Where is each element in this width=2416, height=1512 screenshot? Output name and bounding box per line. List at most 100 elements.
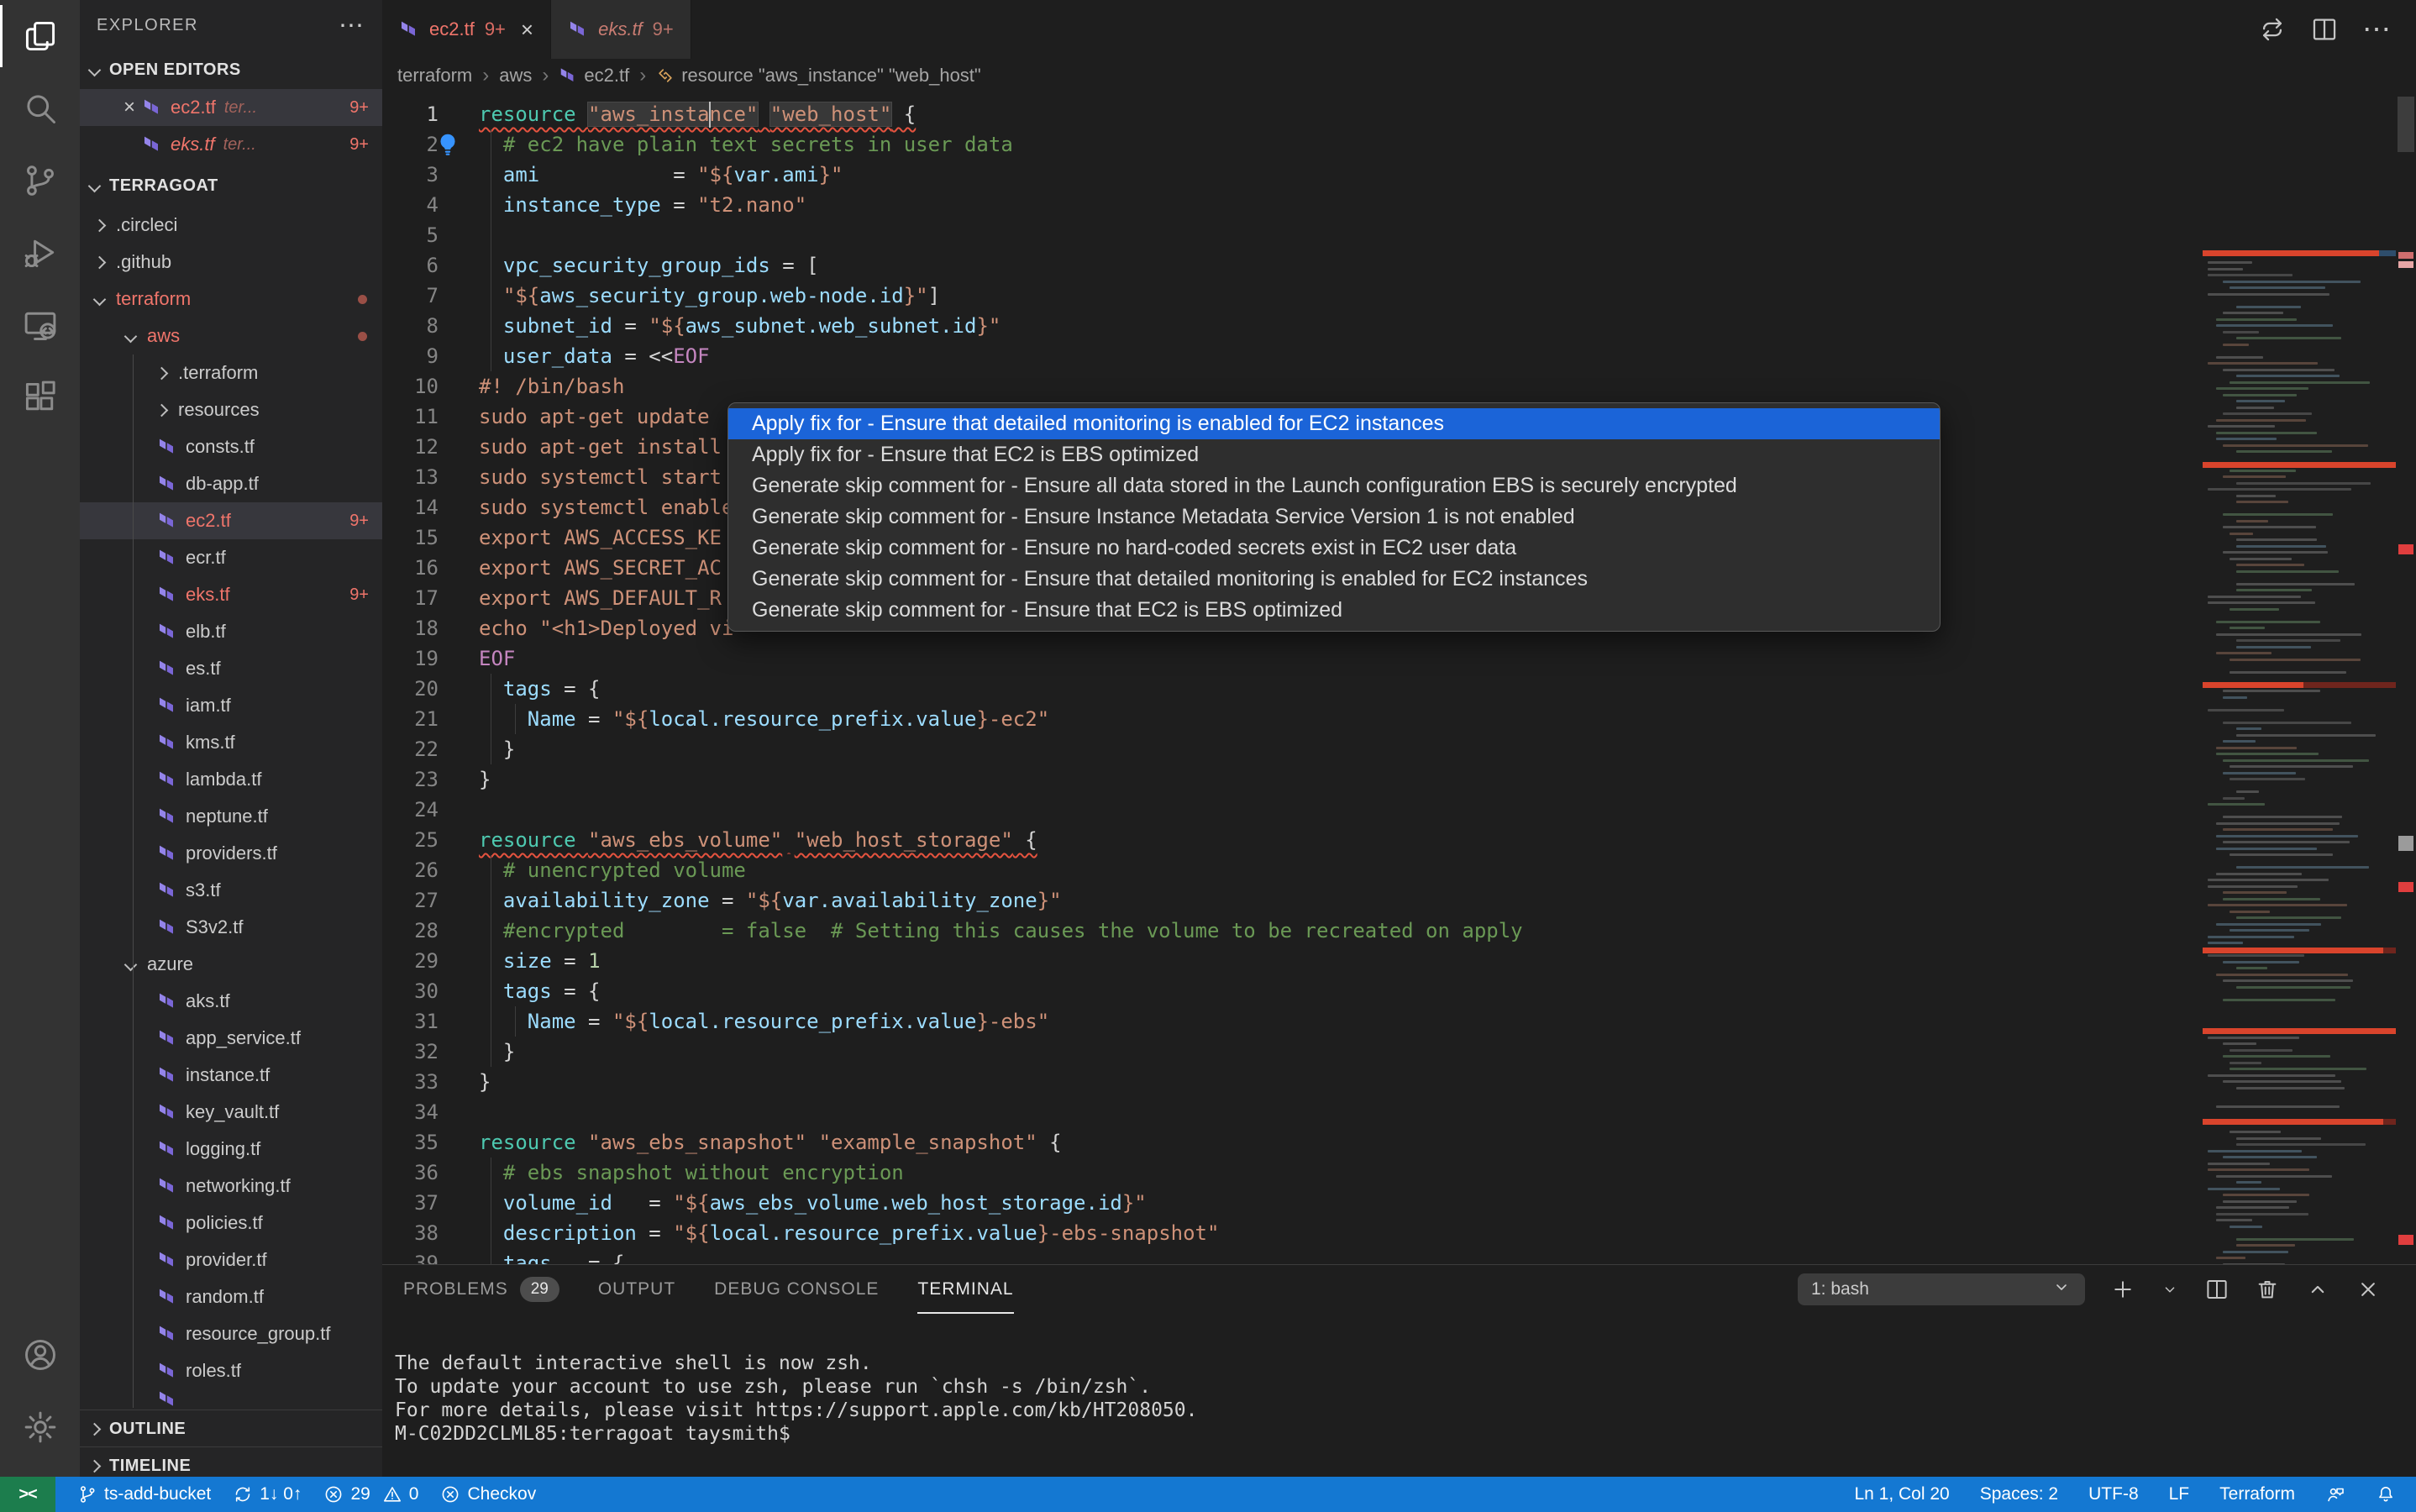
terminal-output[interactable]: The default interactive shell is now zsh…	[395, 1352, 1197, 1446]
code-line-30[interactable]: 30 tags = {	[382, 976, 2203, 1006]
code-line-4[interactable]: 4 instance_type = "t2.nano"	[382, 190, 2203, 220]
code-line-8[interactable]: 8 subnet_id = "${aws_subnet.web_subnet.i…	[382, 311, 2203, 341]
tree-item-consts.tf[interactable]: consts.tf	[80, 428, 382, 465]
tree-item-s3.tf[interactable]: s3.tf	[80, 872, 382, 909]
activity-source-control[interactable]	[0, 144, 80, 217]
code-line-27[interactable]: 27 availability_zone = "${var.availabili…	[382, 885, 2203, 916]
tree-item-terraform[interactable]: terraform	[80, 281, 382, 318]
tree-item-policies.tf[interactable]: policies.tf	[80, 1205, 382, 1242]
tree-item-providers.tf[interactable]: providers.tf	[80, 835, 382, 872]
tree-item-iam.tf[interactable]: iam.tf	[80, 687, 382, 724]
code-line-23[interactable]: 23}	[382, 764, 2203, 795]
status-checkov[interactable]: Checkov	[440, 1484, 536, 1504]
code-line-19[interactable]: 19EOF	[382, 643, 2203, 674]
menu-item-4[interactable]: Generate skip comment for - Ensure no ha…	[728, 533, 1940, 564]
panel-tab-problems[interactable]: PROBLEMS29	[403, 1267, 559, 1314]
open-editor-eks.tf[interactable]: eks.tfter...9+	[80, 126, 382, 163]
code-line-26[interactable]: 26 # unencrypted volume	[382, 855, 2203, 885]
activity-accounts[interactable]	[0, 1319, 80, 1391]
scrollbar-slider[interactable]	[2398, 97, 2414, 152]
timeline-section[interactable]: TIMELINE	[80, 1446, 382, 1477]
tree-item-.circleci[interactable]: .circleci	[80, 207, 382, 244]
tree-item-provider.tf[interactable]: provider.tf	[80, 1242, 382, 1278]
code-line-34[interactable]: 34	[382, 1097, 2203, 1127]
tab-ec2.tf[interactable]: ec2.tf9+×	[382, 0, 551, 59]
code-line-33[interactable]: 33}	[382, 1067, 2203, 1097]
menu-item-1[interactable]: Apply fix for - Ensure that EC2 is EBS o…	[728, 439, 1940, 470]
tree-item-db-app.tf[interactable]: db-app.tf	[80, 465, 382, 502]
activity-settings[interactable]	[0, 1391, 80, 1463]
open-editor-ec2.tf[interactable]: ×ec2.tfter...9+	[80, 89, 382, 126]
tree-item-logging.tf[interactable]: logging.tf	[80, 1131, 382, 1168]
panel-tab-debug-console[interactable]: DEBUG CONSOLE	[714, 1267, 879, 1314]
minimap[interactable]	[2203, 92, 2396, 1264]
code-line-5[interactable]: 5	[382, 220, 2203, 250]
tree-item-resources[interactable]: resources	[80, 391, 382, 428]
tree-item-partial[interactable]	[80, 1389, 382, 1410]
tree-item-.github[interactable]: .github	[80, 244, 382, 281]
more-actions-icon[interactable]: ⋯	[339, 11, 365, 40]
tree-item-.terraform[interactable]: .terraform	[80, 354, 382, 391]
code-line-35[interactable]: 35resource "aws_ebs_snapshot" "example_s…	[382, 1127, 2203, 1158]
close-icon[interactable]: ×	[521, 17, 533, 43]
code-line-20[interactable]: 20 tags = {	[382, 674, 2203, 704]
tree-item-elb.tf[interactable]: elb.tf	[80, 613, 382, 650]
code-line-1[interactable]: 1resource "aws_instance" "web_host" {	[382, 99, 2203, 129]
tree-item-eks.tf[interactable]: eks.tf9+	[80, 576, 382, 613]
split-terminal-button[interactable]	[2204, 1277, 2230, 1302]
tree-item-roles.tf[interactable]: roles.tf	[80, 1352, 382, 1389]
code-editor[interactable]: 1resource "aws_instance" "web_host" {2 #…	[382, 92, 2203, 1264]
tree-item-aks.tf[interactable]: aks.tf	[80, 983, 382, 1020]
new-terminal-button[interactable]	[2110, 1277, 2135, 1302]
status-spaces-2[interactable]: Spaces: 2	[1980, 1484, 2058, 1504]
maximize-panel-button[interactable]	[2305, 1277, 2330, 1302]
menu-item-3[interactable]: Generate skip comment for - Ensure Insta…	[728, 501, 1940, 533]
tree-item-random.tf[interactable]: random.tf	[80, 1278, 382, 1315]
code-line-22[interactable]: 22 }	[382, 734, 2203, 764]
activity-run-and-debug[interactable]	[0, 217, 80, 289]
activity-explorer[interactable]	[0, 0, 80, 72]
code-line-31[interactable]: 31 Name = "${local.resource_prefix.value…	[382, 1006, 2203, 1037]
tree-item-kms.tf[interactable]: kms.tf	[80, 724, 382, 761]
code-line-37[interactable]: 37 volume_id = "${aws_ebs_volume.web_hos…	[382, 1188, 2203, 1218]
status-sync-status[interactable]: 1↓ 0↑	[233, 1484, 302, 1504]
project-section[interactable]: TERRAGOAT	[80, 166, 382, 205]
tree-item-ecr.tf[interactable]: ecr.tf	[80, 539, 382, 576]
status-ln-1-col-20[interactable]: Ln 1, Col 20	[1854, 1484, 1949, 1504]
open-editors-section[interactable]: OPEN EDITORS	[80, 50, 382, 89]
more-actions-icon[interactable]: ⋯	[2362, 13, 2392, 46]
breadcrumb-item[interactable]: ec2.tf	[559, 65, 629, 87]
tree-item-lambda.tf[interactable]: lambda.tf	[80, 761, 382, 798]
code-line-39[interactable]: 39 tags = {	[382, 1248, 2203, 1264]
code-line-2[interactable]: 2 # ec2 have plain text secrets in user …	[382, 129, 2203, 160]
code-line-29[interactable]: 29 size = 1	[382, 946, 2203, 976]
kill-terminal-button[interactable]	[2255, 1277, 2280, 1302]
terminal-profile-dropdown[interactable]	[2161, 1280, 2179, 1299]
tree-item-networking.tf[interactable]: networking.tf	[80, 1168, 382, 1205]
editor-scrollbar[interactable]	[2396, 92, 2416, 1264]
tab-eks.tf[interactable]: eks.tf9+	[551, 0, 691, 59]
tree-item-ec2.tf[interactable]: ec2.tf9+	[80, 502, 382, 539]
code-line-10[interactable]: 10#! /bin/bash	[382, 371, 2203, 402]
quick-fix-lightbulb-icon[interactable]	[434, 131, 461, 158]
code-line-32[interactable]: 32 }	[382, 1037, 2203, 1067]
code-line-36[interactable]: 36 # ebs snapshot without encryption	[382, 1158, 2203, 1188]
status-lf[interactable]: LF	[2169, 1484, 2190, 1504]
menu-item-2[interactable]: Generate skip comment for - Ensure all d…	[728, 470, 1940, 501]
tree-item-app_service.tf[interactable]: app_service.tf	[80, 1020, 382, 1057]
panel-tab-terminal[interactable]: TERMINAL	[917, 1267, 1013, 1314]
tree-item-key_vault.tf[interactable]: key_vault.tf	[80, 1094, 382, 1131]
breadcrumb-item[interactable]: aws	[499, 65, 532, 87]
code-line-25[interactable]: 25resource "aws_ebs_volume" "web_host_st…	[382, 825, 2203, 855]
menu-item-5[interactable]: Generate skip comment for - Ensure that …	[728, 564, 1940, 595]
code-line-24[interactable]: 24	[382, 795, 2203, 825]
outline-section[interactable]: OUTLINE	[80, 1410, 382, 1448]
status-problems-warnings[interactable]: 0	[382, 1484, 419, 1504]
menu-item-6[interactable]: Generate skip comment for - Ensure that …	[728, 595, 1940, 626]
tree-item-S3v2.tf[interactable]: S3v2.tf	[80, 909, 382, 946]
menu-item-0[interactable]: Apply fix for - Ensure that detailed mon…	[728, 408, 1940, 439]
tree-item-instance.tf[interactable]: instance.tf	[80, 1057, 382, 1094]
tree-item-azure[interactable]: azure	[80, 946, 382, 983]
tree-item-neptune.tf[interactable]: neptune.tf	[80, 798, 382, 835]
open-changes-button[interactable]	[2258, 15, 2287, 44]
